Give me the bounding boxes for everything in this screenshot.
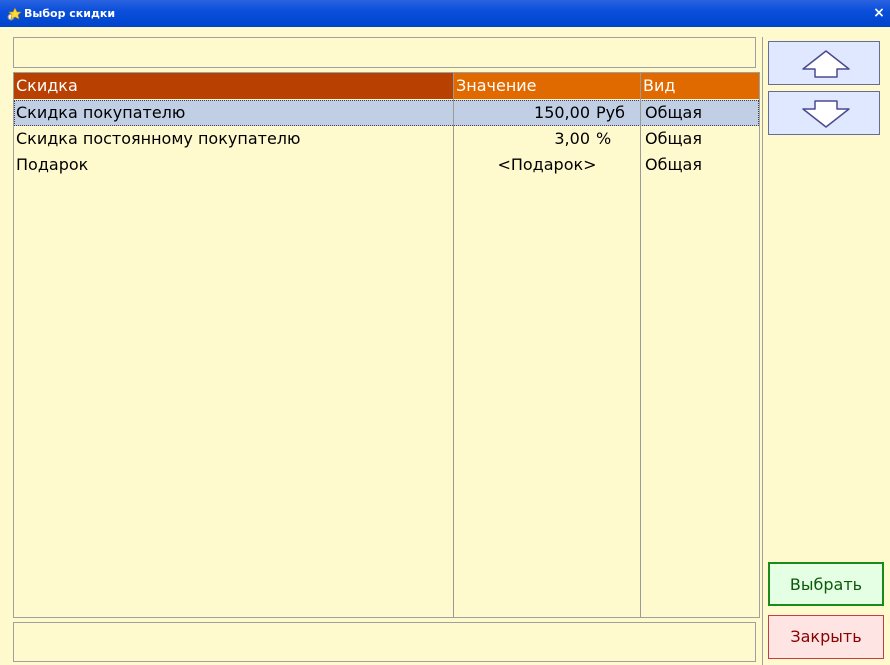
column-header-unit[interactable] <box>593 73 641 99</box>
cell-kind: Общая <box>645 103 702 122</box>
arrow-down-icon <box>802 100 850 128</box>
cell-value: 150,00 <box>534 103 590 122</box>
discount-table[interactable]: Скидка Значение Вид Скидка покупателю 15… <box>13 72 760 618</box>
close-icon[interactable]: × <box>870 2 888 24</box>
app-icon <box>7 7 22 21</box>
window-title: Выбор скидки <box>24 7 116 20</box>
cell-value: <Подарок> <box>497 155 597 174</box>
scroll-up-button[interactable] <box>768 41 880 85</box>
title-bar: Выбор скидки × <box>0 0 890 27</box>
table-row[interactable]: Скидка постоянному покупателю 3,00 % Общ… <box>14 126 759 152</box>
cell-discount-name: Подарок <box>16 155 89 174</box>
column-header-kind[interactable]: Вид <box>641 73 759 99</box>
cell-unit: % <box>596 129 612 148</box>
column-divider <box>640 73 641 617</box>
window-body: Скидка Значение Вид Скидка покупателю 15… <box>0 27 890 665</box>
cell-kind: Общая <box>645 155 702 174</box>
cell-kind: Общая <box>645 129 702 148</box>
cell-value: 3,00 <box>554 129 590 148</box>
select-button[interactable]: Выбрать <box>768 562 884 606</box>
column-divider <box>453 73 454 617</box>
side-button-panel: Выбрать Закрыть <box>762 37 890 665</box>
table-row[interactable]: Скидка покупателю 150,00 Руб Общая <box>14 100 759 126</box>
close-button[interactable]: Закрыть <box>768 615 884 659</box>
arrow-up-icon <box>802 50 850 78</box>
table-row[interactable]: Подарок <Подарок> Общая <box>14 152 759 178</box>
column-header-value[interactable]: Значение <box>454 73 593 99</box>
info-panel-bottom <box>13 622 756 662</box>
scroll-down-button[interactable] <box>768 91 880 135</box>
cell-discount-name: Скидка постоянному покупателю <box>16 129 301 148</box>
cell-unit: Руб <box>596 103 625 122</box>
cell-discount-name: Скидка покупателю <box>16 103 186 122</box>
column-header-discount[interactable]: Скидка <box>14 73 454 99</box>
info-panel-top <box>13 37 756 68</box>
